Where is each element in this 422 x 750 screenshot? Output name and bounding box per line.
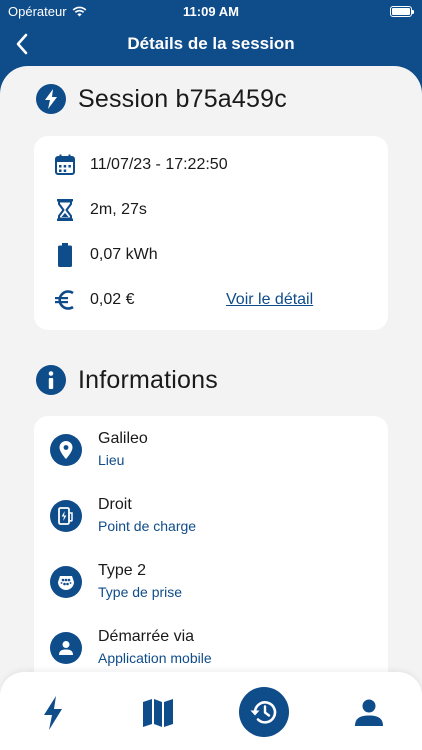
info-item-started-via: Démarrée via Application mobile	[34, 626, 388, 670]
tab-bar	[0, 672, 422, 750]
info-item-label: Lieu	[98, 452, 125, 468]
profile-icon	[355, 699, 383, 726]
content-sheet[interactable]: Session b75a459c 11/07/23 - 17:22:50 2m,…	[0, 66, 422, 750]
lightning-circle-icon	[36, 84, 66, 114]
info-item-plug-type: Type 2 Type de prise	[34, 560, 388, 604]
info-item-location: Galileo Lieu	[34, 428, 388, 472]
map-icon	[143, 699, 173, 727]
euro-icon	[54, 287, 76, 313]
session-card: 11/07/23 - 17:22:50 2m, 27s 0,07 kWh 0,0…	[34, 136, 388, 330]
info-item-charging-point: Droit Point de charge	[34, 494, 388, 538]
info-item-value: Droit	[98, 496, 132, 513]
session-heading: Session b75a459c	[36, 84, 287, 114]
view-details-link[interactable]: Voir le détail	[226, 291, 313, 309]
status-bar: Opérateur 11:09 AM	[0, 0, 422, 24]
session-date-row: 11/07/23 - 17:22:50	[34, 150, 388, 180]
session-energy-row: 0,07 kWh	[34, 240, 388, 270]
clock: 11:09 AM	[183, 4, 239, 19]
session-duration-row: 2m, 27s	[34, 195, 388, 225]
session-energy: 0,07 kWh	[90, 246, 158, 263]
informations-heading: Informations	[36, 365, 218, 395]
info-circle-icon	[36, 365, 66, 395]
tab-profile[interactable]	[344, 688, 394, 738]
plug-type-icon	[50, 566, 82, 598]
info-item-label: Type de prise	[98, 584, 183, 600]
page-title: Détails de la session	[127, 34, 295, 53]
informations-title: Informations	[78, 365, 218, 394]
user-icon	[50, 632, 82, 664]
charging-point-icon	[50, 500, 82, 532]
session-duration: 2m, 27s	[90, 201, 147, 218]
session-title: Session b75a459c	[78, 84, 287, 113]
info-item-value: Galileo	[98, 430, 148, 447]
tab-history[interactable]	[239, 687, 289, 737]
battery-full-icon	[54, 242, 76, 268]
battery-icon	[390, 6, 414, 17]
tab-map[interactable]	[133, 688, 183, 738]
info-item-label: Application mobile	[98, 650, 212, 666]
calendar-icon	[54, 152, 76, 178]
session-cost: 0,02 €	[90, 291, 135, 308]
info-item-value: Type 2	[98, 562, 147, 579]
tab-charge[interactable]	[28, 688, 78, 738]
navigation-header: Détails de la session	[0, 24, 422, 66]
session-date: 11/07/23 - 17:22:50	[90, 156, 228, 173]
hourglass-icon	[54, 197, 76, 223]
session-cost-row: 0,02 € Voir le détail	[34, 285, 388, 315]
informations-card: Galileo Lieu Droit Point de charge Type …	[34, 416, 388, 716]
history-icon	[250, 701, 277, 724]
info-item-label: Point de charge	[98, 518, 197, 534]
info-item-value: Démarrée via	[98, 628, 195, 645]
location-pin-icon	[50, 434, 82, 466]
lightning-icon	[44, 696, 62, 730]
